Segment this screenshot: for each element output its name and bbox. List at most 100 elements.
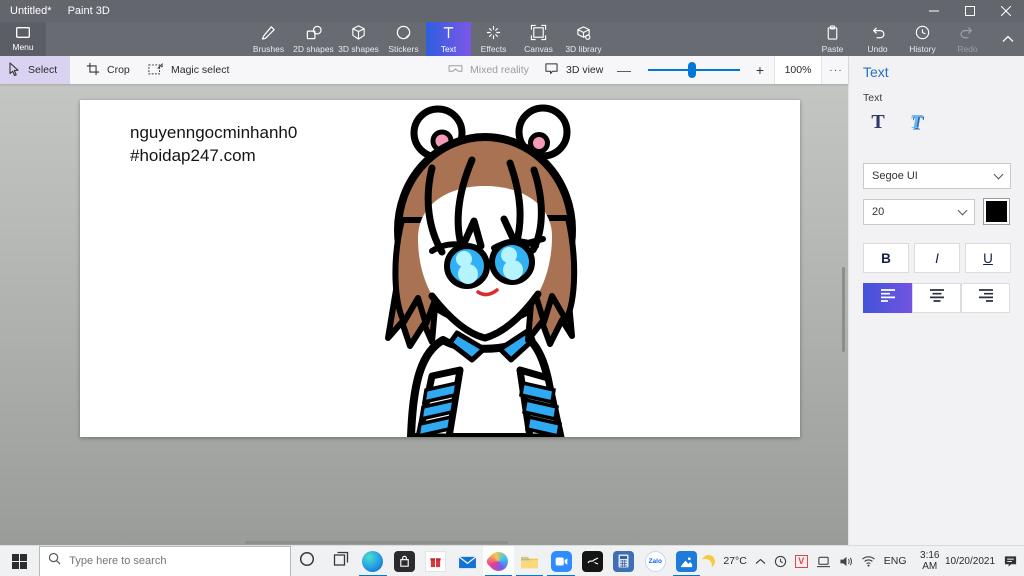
clock[interactable]: 3:16 AM 10/20/2021: [915, 550, 995, 572]
taskbar-app-photos[interactable]: [671, 546, 702, 576]
collapse-ribbon-button[interactable]: [994, 22, 1022, 56]
weather-moon-icon[interactable]: [702, 555, 715, 568]
action-center-button[interactable]: [1003, 554, 1018, 568]
magic-select-button[interactable]: Magic select: [140, 56, 237, 84]
more-options-button[interactable]: ···: [824, 56, 848, 84]
taskbar-app-edge[interactable]: [357, 546, 388, 576]
ribbon: Select Crop Magic select Mixed reality 3…: [0, 56, 848, 84]
tool-label: Canvas: [524, 44, 553, 54]
taskbar-app-calculator[interactable]: [608, 546, 639, 576]
font-size-dropdown[interactable]: 20: [863, 199, 975, 225]
undo-button[interactable]: Undo: [855, 22, 900, 56]
taskbar-app-mail[interactable]: [451, 546, 482, 576]
tray-clock-icon[interactable]: [774, 555, 787, 568]
action-label: Paste: [821, 44, 844, 54]
zoom-in-button[interactable]: +: [748, 56, 772, 84]
magic-select-icon: [148, 62, 164, 78]
minimize-button[interactable]: [916, 0, 952, 22]
action-label: Redo: [957, 44, 978, 54]
select-cursor-icon: [8, 61, 21, 79]
taskbar-app-zoom[interactable]: [545, 546, 576, 576]
effects-icon: [485, 24, 502, 43]
3d-view-icon: [544, 62, 559, 78]
menu-button[interactable]: Menu: [0, 22, 46, 56]
start-button[interactable]: [0, 546, 39, 576]
italic-button[interactable]: I: [914, 243, 960, 273]
wifi-icon[interactable]: [861, 555, 876, 567]
bold-label: B: [881, 250, 891, 266]
zoom-out-button[interactable]: —: [612, 56, 636, 84]
3d-text-icon: T: [909, 110, 923, 133]
display-icon[interactable]: [816, 555, 831, 568]
2d-text-button[interactable]: T: [863, 108, 893, 136]
drawing-canvas[interactable]: nguyenngocminhanh0 #hoidap247.com: [80, 100, 800, 437]
tray-date: 10/20/2021: [944, 555, 996, 567]
speaker-icon[interactable]: [839, 555, 853, 568]
align-center-button[interactable]: [912, 283, 961, 313]
text-sidebar: Text Text T T Segoe UI 20 B I U: [848, 56, 1024, 545]
paste-button[interactable]: Paste: [810, 22, 855, 56]
temperature[interactable]: 27°C: [723, 555, 746, 567]
2d-shapes-icon: [305, 24, 322, 43]
mixed-reality-label: Mixed reality: [470, 64, 529, 76]
tool-text[interactable]: Text: [426, 22, 471, 56]
tool-group: Brushes 2D shapes 3D shapes Stickers Tex…: [246, 22, 606, 56]
search-input[interactable]: [69, 555, 270, 567]
tool-effects[interactable]: Effects: [471, 22, 516, 56]
taskbar-app-store[interactable]: [389, 546, 420, 576]
tool-3d-library[interactable]: 3D library: [561, 22, 606, 56]
tool-brushes[interactable]: Brushes: [246, 22, 291, 56]
taskbar-app-file-explorer[interactable]: [514, 546, 545, 576]
mixed-reality-icon: [448, 63, 463, 77]
chevron-up-icon: [1002, 30, 1014, 48]
task-view-icon: [333, 551, 349, 572]
cortana-button[interactable]: [291, 546, 324, 576]
ultraviewer-icon[interactable]: V: [794, 554, 808, 568]
select-button[interactable]: Select: [0, 56, 70, 84]
app-name: Paint 3D: [67, 5, 110, 17]
text-color-swatch[interactable]: [983, 198, 1010, 225]
tool-canvas[interactable]: Canvas: [516, 22, 561, 56]
3d-view-button[interactable]: 3D view: [536, 56, 611, 84]
workspace: nguyenngocminhanh0 #hoidap247.com: [0, 84, 848, 545]
task-view-button[interactable]: [324, 546, 357, 576]
zoom-percent[interactable]: 100%: [774, 56, 822, 84]
underline-button[interactable]: U: [965, 243, 1011, 273]
close-button[interactable]: [988, 0, 1024, 22]
history-button[interactable]: History: [900, 22, 945, 56]
2d-text-icon: T: [871, 110, 885, 133]
horizontal-scrollbar[interactable]: [245, 541, 508, 544]
language-indicator[interactable]: ENG: [884, 555, 907, 567]
crop-button[interactable]: Crop: [78, 56, 138, 84]
vertical-scrollbar[interactable]: [842, 267, 845, 352]
bold-button[interactable]: B: [863, 243, 909, 273]
tool-3d-shapes[interactable]: 3D shapes: [336, 22, 381, 56]
taskbar-app-gift[interactable]: [420, 546, 451, 576]
taskbar-app-paint-3d[interactable]: [482, 545, 515, 576]
tray-time: 3:16 AM: [920, 550, 940, 572]
gift-icon: [425, 550, 447, 572]
photos-icon: [676, 550, 698, 572]
3d-text-button[interactable]: T: [901, 108, 931, 136]
align-right-button[interactable]: [961, 283, 1010, 313]
action-label: History: [909, 44, 936, 54]
minus-icon: —: [617, 62, 631, 78]
tool-stickers[interactable]: Stickers: [381, 22, 426, 56]
3d-view-label: 3D view: [566, 64, 604, 76]
text-icon: [440, 24, 457, 43]
zoom-percent-value: 100%: [784, 64, 812, 76]
magic-select-label: Magic select: [171, 64, 230, 76]
chevron-down-icon: [957, 205, 968, 216]
document-title: Untitled*: [10, 5, 52, 17]
taskbar-app-zalo[interactable]: Zalo: [640, 546, 671, 576]
crop-icon: [86, 62, 100, 79]
taskbar-search[interactable]: [39, 545, 291, 576]
font-family-dropdown[interactable]: Segoe UI: [863, 163, 1011, 189]
tray-expand-button[interactable]: [755, 558, 766, 565]
taskbar-app-snip[interactable]: [577, 546, 608, 576]
zoom-slider[interactable]: [648, 62, 740, 78]
tool-2d-shapes[interactable]: 2D shapes: [291, 22, 336, 56]
zoom-slider-thumb[interactable]: [688, 62, 696, 78]
maximize-button[interactable]: [952, 0, 988, 22]
align-left-button[interactable]: [863, 283, 912, 313]
